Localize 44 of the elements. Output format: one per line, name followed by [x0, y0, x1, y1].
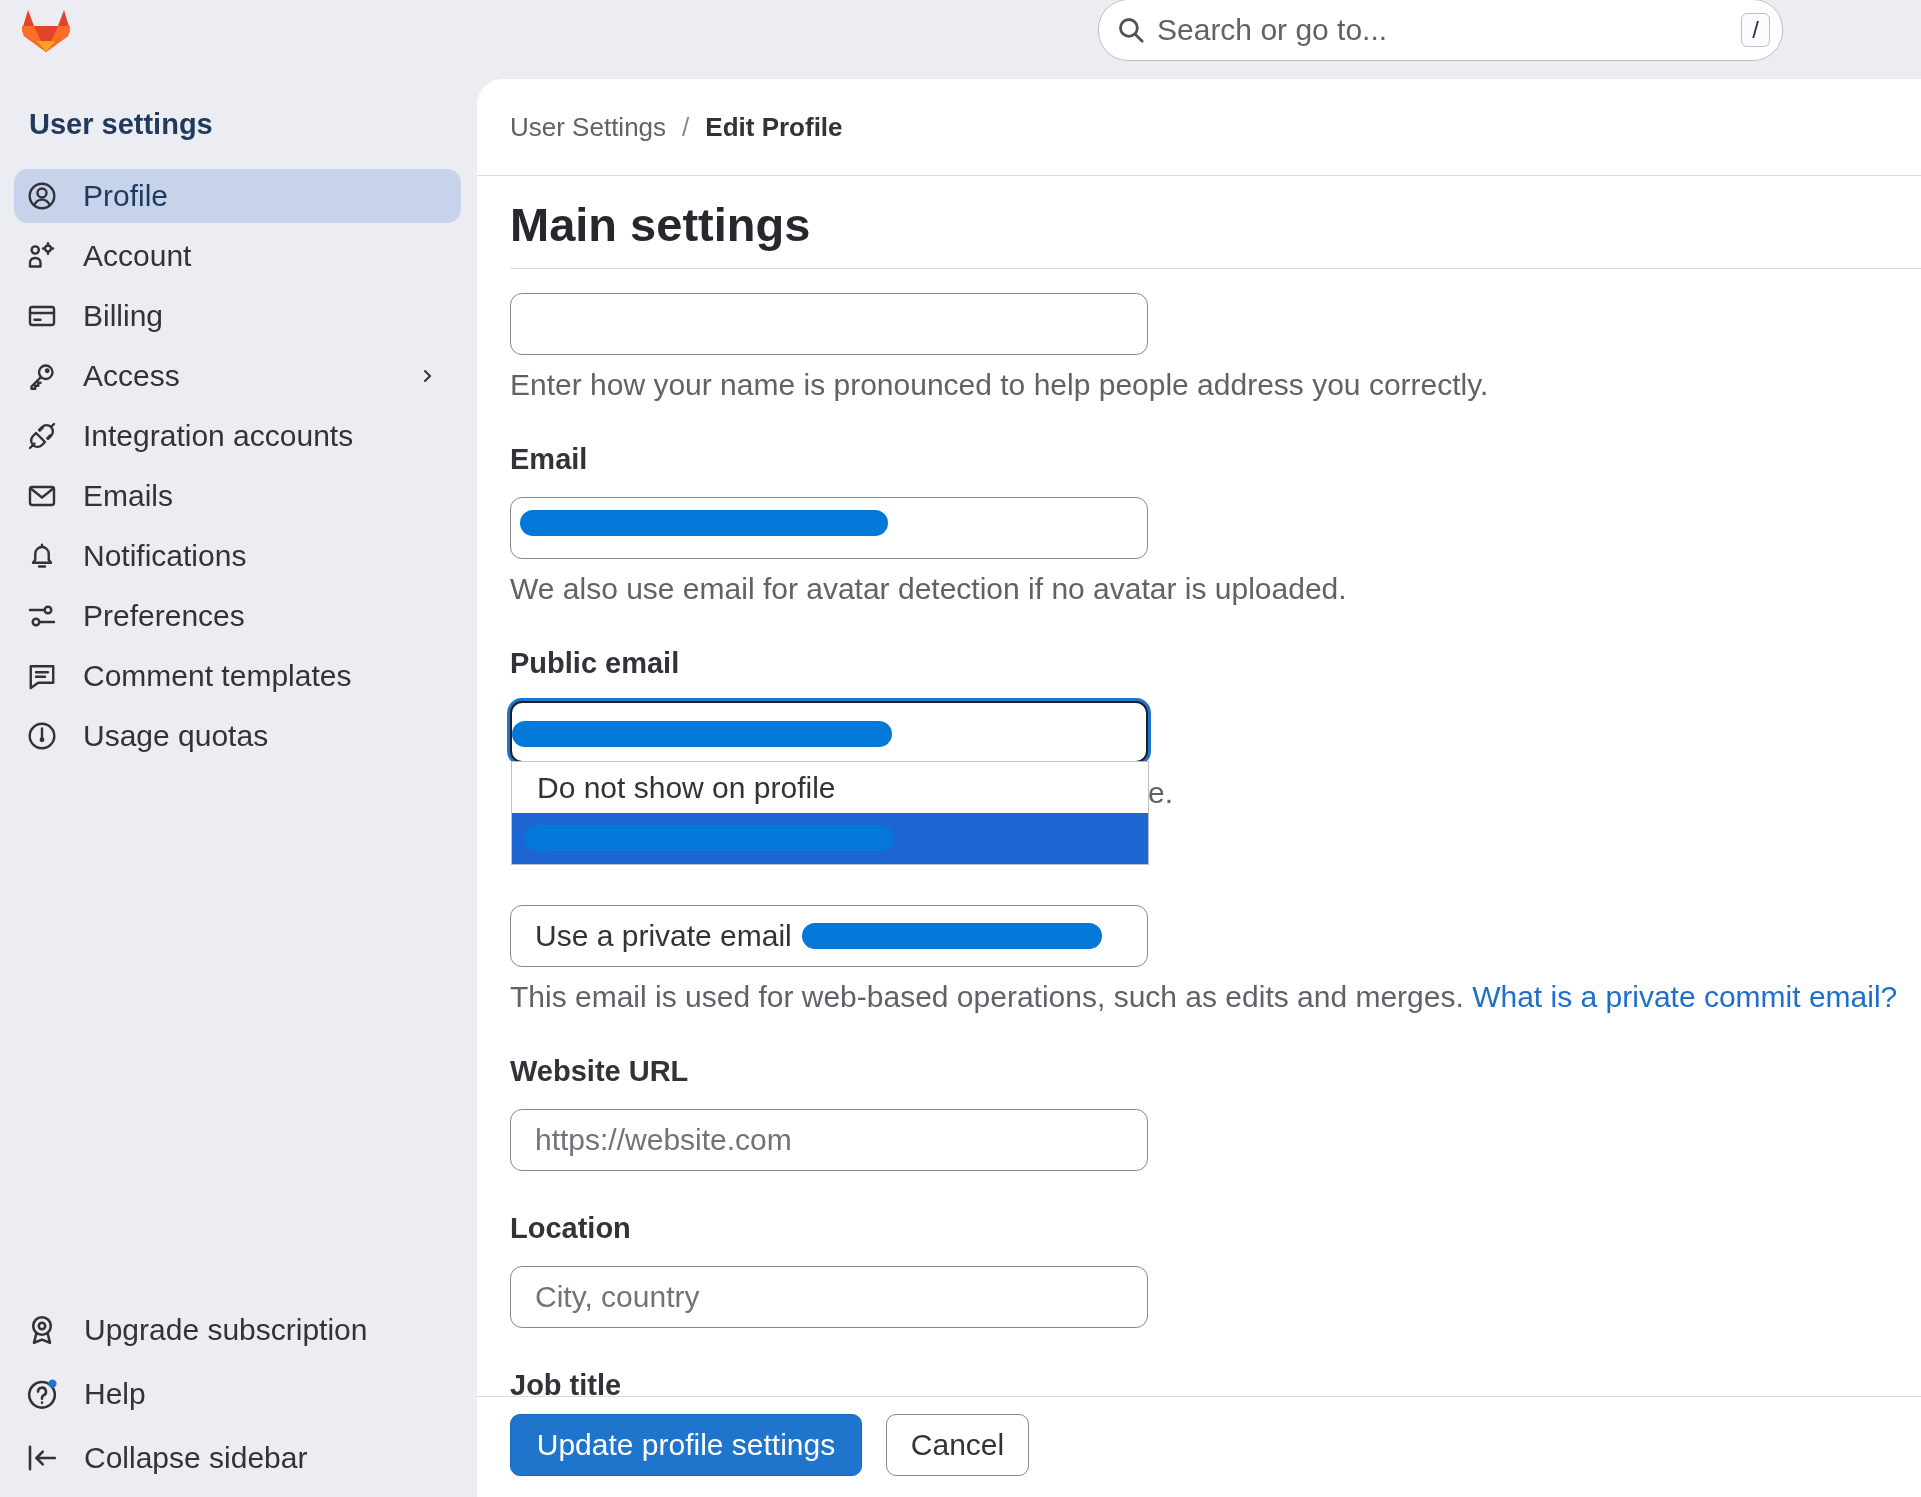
help-link[interactable]: What is a private commit email? [1472, 980, 1898, 1013]
cancel-button[interactable]: Cancel [886, 1414, 1029, 1476]
sidebar-item[interactable]: Access [14, 349, 461, 403]
sidebar-item[interactable]: Emails [14, 469, 461, 523]
sidebar-item[interactable]: Billing [14, 289, 461, 343]
email-select[interactable]: Use a private email [510, 905, 1148, 967]
sidebar-item[interactable]: Profile [14, 169, 461, 223]
profile-icon [27, 181, 57, 211]
update-button[interactable]: Update profile settings [510, 1414, 862, 1476]
help-text: Enter how your name is pronounced to help people address you correctly. [510, 368, 1490, 402]
field-label: Job title [510, 1368, 623, 1396]
account-icon [27, 241, 57, 271]
sidebar-item[interactable]: Upgrade subscription [14, 1303, 461, 1357]
help-icon [26, 1378, 58, 1410]
search-input[interactable]: Search or go to... [1157, 13, 1730, 47]
breadcrumb-separator: / [682, 111, 690, 143]
text-field[interactable]: City, country [510, 1266, 1148, 1328]
sidebar-item[interactable]: Integration accounts [14, 409, 461, 463]
field-label: Public email [510, 646, 681, 680]
sidebar-item[interactable]: Usage quotas [14, 709, 461, 763]
dropdown-option[interactable]: Do not show on profile [512, 762, 1148, 813]
text-field[interactable] [510, 293, 1148, 355]
shortcut-key: / [1741, 13, 1770, 47]
field-label: Email [510, 442, 589, 476]
search-icon [1117, 16, 1145, 44]
breadcrumb-link[interactable]: User Settings [510, 111, 667, 143]
sidebar-title: User settings [29, 107, 214, 141]
breadcrumb-link[interactable]: Edit Profile [705, 111, 843, 143]
field-label: Location [510, 1211, 632, 1245]
help-text: We also use email for avatar detection if no avatar is uploaded. [510, 572, 1348, 606]
sidebar-item[interactable]: Comment templates [14, 649, 461, 703]
plug-icon [27, 421, 57, 451]
search-bar[interactable]: Search or go to... / [1098, 0, 1783, 61]
field-label: Website URL [510, 1054, 690, 1088]
sidebar-item[interactable]: Help [14, 1367, 461, 1421]
text-field[interactable]: https://website.com [510, 1109, 1148, 1171]
key-icon [27, 361, 57, 391]
sidebar-item[interactable]: Account [14, 229, 461, 283]
sidebar-item[interactable]: Collapse sidebar [14, 1431, 461, 1485]
sidebar-item[interactable]: Preferences [14, 589, 461, 643]
help-text: e. [1148, 776, 1175, 810]
sidebar-item[interactable]: Notifications [14, 529, 461, 583]
page-heading: Main settings [510, 176, 1921, 269]
gauge-icon [27, 721, 57, 751]
